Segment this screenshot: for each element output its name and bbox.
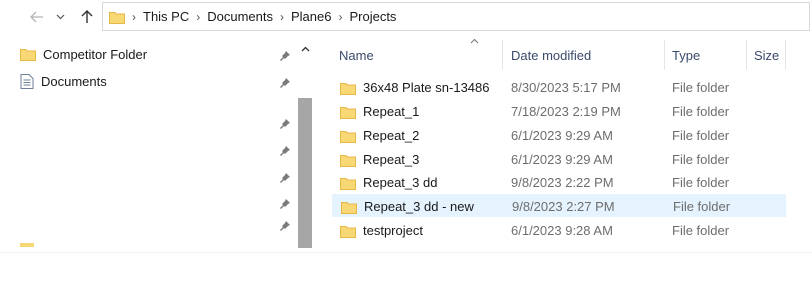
type-cell: File folder [673, 199, 731, 214]
folder-icon [340, 106, 356, 119]
type-cell: File folder [672, 175, 730, 190]
column-divider[interactable] [785, 40, 786, 70]
column-header-size[interactable]: Size [754, 36, 779, 74]
date-modified-cell: 6/1/2023 9:28 AM [511, 223, 613, 238]
pin-icon[interactable] [279, 77, 291, 89]
file-name: Repeat_1 [363, 104, 420, 119]
folder-icon [20, 243, 34, 247]
name-cell: Repeat_3 [340, 148, 419, 171]
file-name: Repeat_2 [363, 128, 420, 143]
breadcrumb-item-projects[interactable]: Projects [349, 9, 396, 24]
file-list: Name Date modified Type Size 36x48 Plate… [332, 36, 812, 248]
file-name: 36x48 Plate sn-13486 [363, 80, 490, 95]
pin-icon[interactable] [279, 50, 291, 62]
file-name: Repeat_3 [363, 152, 420, 167]
type-cell: File folder [672, 223, 730, 238]
breadcrumb-separator[interactable]: › [132, 10, 136, 24]
type-cell: File folder [672, 152, 730, 167]
date-modified-cell: 6/1/2023 9:29 AM [511, 128, 613, 143]
pin-icon[interactable] [279, 145, 291, 157]
address-bar-row: › This PC › Documents › Plane6 › Project… [0, 0, 812, 34]
nav-scrollbar[interactable] [296, 36, 314, 248]
column-header-type[interactable]: Type [672, 36, 700, 74]
up-button[interactable] [76, 6, 98, 28]
file-row[interactable]: Repeat_3 dd - new 9/8/2023 2:27 PM File … [332, 194, 786, 217]
date-modified-cell: 6/1/2023 9:29 AM [511, 152, 613, 167]
column-header-name[interactable]: Name [339, 36, 374, 74]
column-header-date-modified[interactable]: Date modified [511, 36, 591, 74]
sort-ascending-icon [470, 38, 479, 44]
type-cell: File folder [672, 104, 730, 119]
scroll-up-button[interactable] [296, 40, 314, 58]
nav-item-documents[interactable]: Documents [20, 70, 107, 92]
folder-icon [341, 201, 357, 214]
folder-icon [340, 225, 356, 238]
recent-locations-button[interactable] [52, 6, 68, 28]
folder-icon [20, 49, 36, 61]
name-cell: Repeat_3 dd - new [341, 195, 474, 218]
file-name: Repeat_3 dd [363, 175, 438, 190]
column-divider[interactable] [502, 40, 503, 70]
back-button[interactable] [26, 6, 48, 28]
name-cell: testproject [340, 219, 423, 242]
breadcrumb-item-this-pc[interactable]: This PC [143, 9, 189, 24]
breadcrumb-separator[interactable]: › [196, 10, 200, 24]
file-row[interactable]: 36x48 Plate sn-13486 8/30/2023 5:17 PM F… [332, 76, 786, 99]
folder-icon [340, 154, 356, 167]
date-modified-cell: 8/30/2023 5:17 PM [511, 80, 621, 95]
arrow-left-icon [30, 11, 43, 23]
file-row[interactable]: Repeat_3 6/1/2023 9:29 AM File folder [332, 148, 786, 171]
arrow-up-icon [81, 10, 93, 23]
breadcrumb-separator[interactable]: › [280, 10, 284, 24]
date-modified-cell: 7/18/2023 2:19 PM [511, 104, 621, 119]
name-cell: Repeat_3 dd [340, 171, 437, 194]
type-cell: File folder [672, 128, 730, 143]
pin-icon[interactable] [279, 172, 291, 184]
folder-icon [340, 130, 356, 143]
pin-icon[interactable] [279, 220, 291, 232]
name-cell: 36x48 Plate sn-13486 [340, 76, 489, 99]
file-row[interactable]: Repeat_1 7/18/2023 2:19 PM File folder [332, 100, 786, 123]
divider [0, 252, 812, 253]
file-name: Repeat_3 dd - new [364, 199, 474, 214]
scroll-thumb[interactable] [298, 98, 312, 248]
pin-icon[interactable] [279, 198, 291, 210]
date-modified-cell: 9/8/2023 2:22 PM [511, 175, 614, 190]
file-row[interactable]: Repeat_2 6/1/2023 9:29 AM File folder [332, 124, 786, 147]
column-divider[interactable] [664, 40, 665, 70]
file-name: testproject [363, 223, 423, 238]
breadcrumb-item-plane6[interactable]: Plane6 [291, 9, 331, 24]
pin-icon[interactable] [279, 118, 291, 130]
nav-item-label: Documents [41, 73, 107, 89]
name-cell: Repeat_2 [340, 124, 419, 147]
chevron-up-icon [301, 46, 309, 52]
chevron-down-icon [56, 14, 64, 20]
nav-item-label: Competitor Folder [43, 46, 148, 62]
address-bar[interactable]: › This PC › Documents › Plane6 › Project… [102, 2, 810, 31]
nav-item-competitor-folder[interactable]: Competitor Folder [20, 43, 147, 65]
name-cell: Repeat_1 [340, 100, 419, 123]
breadcrumb-separator[interactable]: › [338, 10, 342, 24]
breadcrumb-item-documents[interactable]: Documents [207, 9, 273, 24]
file-row[interactable]: Repeat_3 dd 9/8/2023 2:22 PM File folder [332, 171, 786, 194]
date-modified-cell: 9/8/2023 2:27 PM [512, 199, 615, 214]
folder-icon [340, 177, 356, 190]
file-row[interactable]: testproject 6/1/2023 9:28 AM File folder [332, 219, 786, 242]
type-cell: File folder [672, 80, 730, 95]
navigation-pane: Competitor Folder Documents [0, 36, 322, 248]
column-divider[interactable] [746, 40, 747, 70]
documents-icon [20, 73, 34, 89]
folder-icon [109, 11, 125, 24]
folder-icon [340, 82, 356, 95]
